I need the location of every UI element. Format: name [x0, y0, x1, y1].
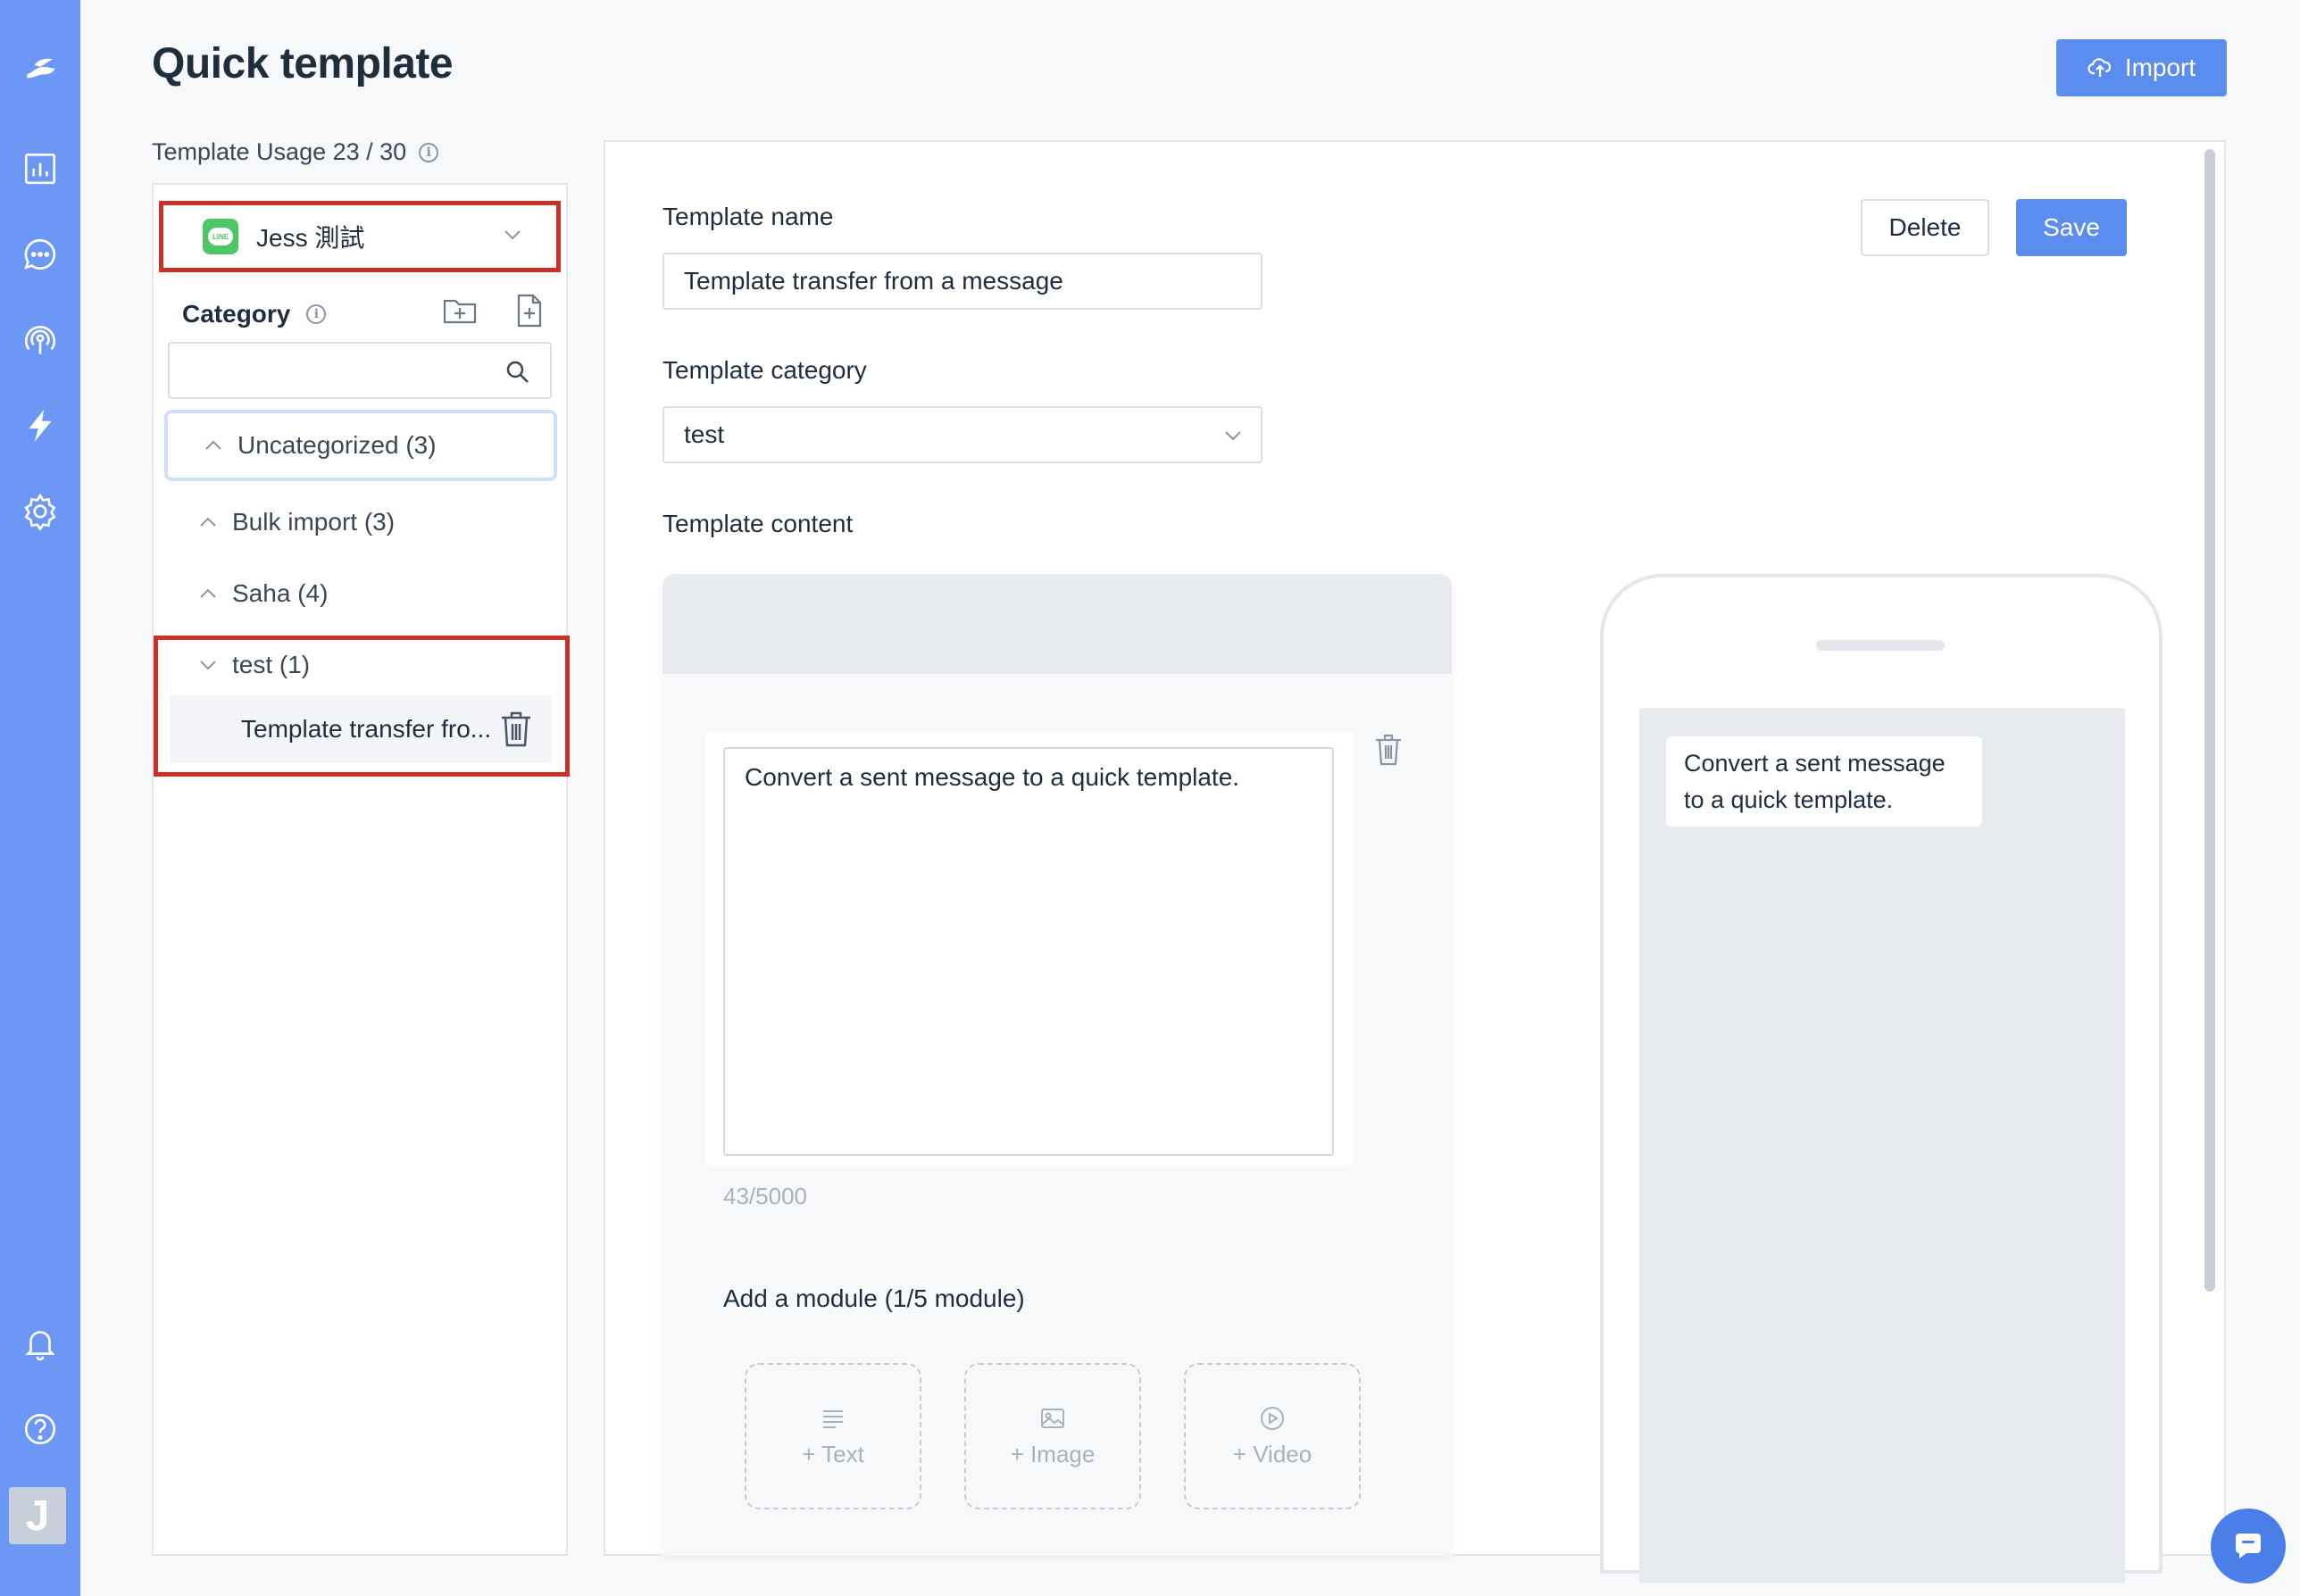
add-image-button[interactable]: + Image: [964, 1363, 1141, 1509]
avatar[interactable]: J: [9, 1487, 66, 1544]
cloud-upload-icon: [2088, 58, 2111, 77]
trash-icon[interactable]: [1373, 733, 1404, 767]
chevron-up-icon: [200, 588, 216, 598]
scrollbar[interactable]: [2204, 149, 2215, 1292]
template-category-value: test: [684, 420, 725, 448]
chevron-down-icon: [1225, 431, 1241, 441]
video-icon: [1261, 1406, 1284, 1430]
category-search[interactable]: [168, 342, 552, 399]
delete-button-label: Delete: [1888, 213, 1962, 241]
template-item-label: Template transfer fro...: [241, 715, 492, 743]
import-button-label: Import: [2124, 54, 2196, 81]
template-usage-label: Template Usage 23 / 30: [152, 138, 407, 165]
phone-preview: Convert a sent message to a quick templa…: [1600, 574, 2162, 1583]
template-category-label: Template category: [662, 356, 867, 384]
save-button[interactable]: Save: [2016, 199, 2127, 256]
add-folder-icon[interactable]: [441, 292, 479, 329]
category-search-input[interactable]: [170, 344, 550, 397]
phone-screen: Convert a sent message to a quick templa…: [1639, 708, 2125, 1583]
phone-speaker: [1816, 640, 1945, 651]
template-content-label: Template content: [662, 510, 854, 537]
lightning-icon[interactable]: [18, 403, 62, 448]
image-icon: [1041, 1408, 1064, 1428]
template-editor: Template name Template transfer from a m…: [604, 140, 2226, 1583]
preview-message-bubble: Convert a sent message to a quick templa…: [1666, 736, 1982, 827]
category-label: test (1): [232, 651, 311, 678]
template-category-select[interactable]: test: [662, 406, 1262, 463]
support-chat-button[interactable]: [2211, 1509, 2286, 1584]
add-image-label: + Image: [1010, 1440, 1096, 1467]
bell-icon[interactable]: [18, 1321, 62, 1366]
chevron-up-icon: [205, 440, 221, 450]
add-text-label: + Text: [802, 1440, 864, 1467]
text-icon: [823, 1409, 843, 1428]
broadcast-icon[interactable]: [18, 318, 62, 362]
content-editor-card: Convert a sent message to a quick templa…: [662, 574, 1452, 1556]
template-usage: Template Usage 23 / 30 i: [152, 138, 439, 166]
template-name-label: Template name: [662, 203, 834, 230]
category-panel: LINE Jess 測試 Category i Uncategorized (3…: [152, 183, 570, 1556]
add-file-icon[interactable]: [511, 292, 548, 329]
template-name-value: Template transfer from a message: [684, 267, 1063, 295]
category-info-icon[interactable]: i: [306, 304, 327, 324]
chat-icon[interactable]: [18, 232, 62, 277]
delete-button[interactable]: Delete: [1861, 199, 1989, 256]
add-video-label: + Video: [1232, 1440, 1312, 1467]
category-item-uncategorized[interactable]: Uncategorized (3): [164, 410, 557, 481]
settings-icon[interactable]: [18, 489, 62, 534]
category-title: Category: [182, 300, 291, 328]
add-video-button[interactable]: + Video: [1184, 1363, 1361, 1509]
chevron-down-icon: [504, 230, 521, 240]
dashboard-icon[interactable]: [18, 146, 62, 191]
template-name-input[interactable]: Template transfer from a message: [662, 253, 1262, 310]
nav-rail: J: [0, 0, 80, 1596]
save-button-label: Save: [2043, 213, 2100, 241]
char-count: 43/5000: [723, 1183, 807, 1209]
category-label: Uncategorized (3): [238, 431, 437, 459]
category-item-saha[interactable]: Saha (4): [162, 558, 559, 629]
logo-icon[interactable]: [18, 46, 62, 91]
chevron-up-icon: [200, 517, 216, 527]
search-icon[interactable]: [505, 360, 530, 385]
help-icon[interactable]: [18, 1407, 62, 1451]
add-text-button[interactable]: + Text: [745, 1363, 921, 1509]
category-label: Saha (4): [232, 579, 329, 607]
message-module: Convert a sent message to a quick templa…: [705, 733, 1354, 1165]
card-header: [662, 574, 1452, 674]
import-button[interactable]: Import: [2056, 39, 2227, 96]
add-module-label: Add a module (1/5 module): [723, 1284, 1025, 1312]
page-title: Quick template: [152, 40, 454, 87]
trash-icon[interactable]: [498, 710, 534, 749]
category-item-test[interactable]: test (1): [162, 629, 559, 701]
chevron-down-icon: [200, 661, 216, 670]
template-item[interactable]: Template transfer fro...: [170, 695, 552, 763]
line-icon: LINE: [203, 219, 238, 254]
chat-bubble-icon: [2236, 1534, 2261, 1559]
category-item-bulk-import[interactable]: Bulk import (3): [162, 486, 559, 558]
info-icon[interactable]: i: [419, 142, 439, 162]
category-label: Bulk import (3): [232, 508, 396, 536]
message-textarea[interactable]: Convert a sent message to a quick templa…: [723, 747, 1334, 1156]
channel-select[interactable]: LINE Jess 測試: [159, 201, 561, 272]
channel-name: Jess 測試: [256, 224, 365, 252]
category-header: Category i: [182, 292, 548, 337]
